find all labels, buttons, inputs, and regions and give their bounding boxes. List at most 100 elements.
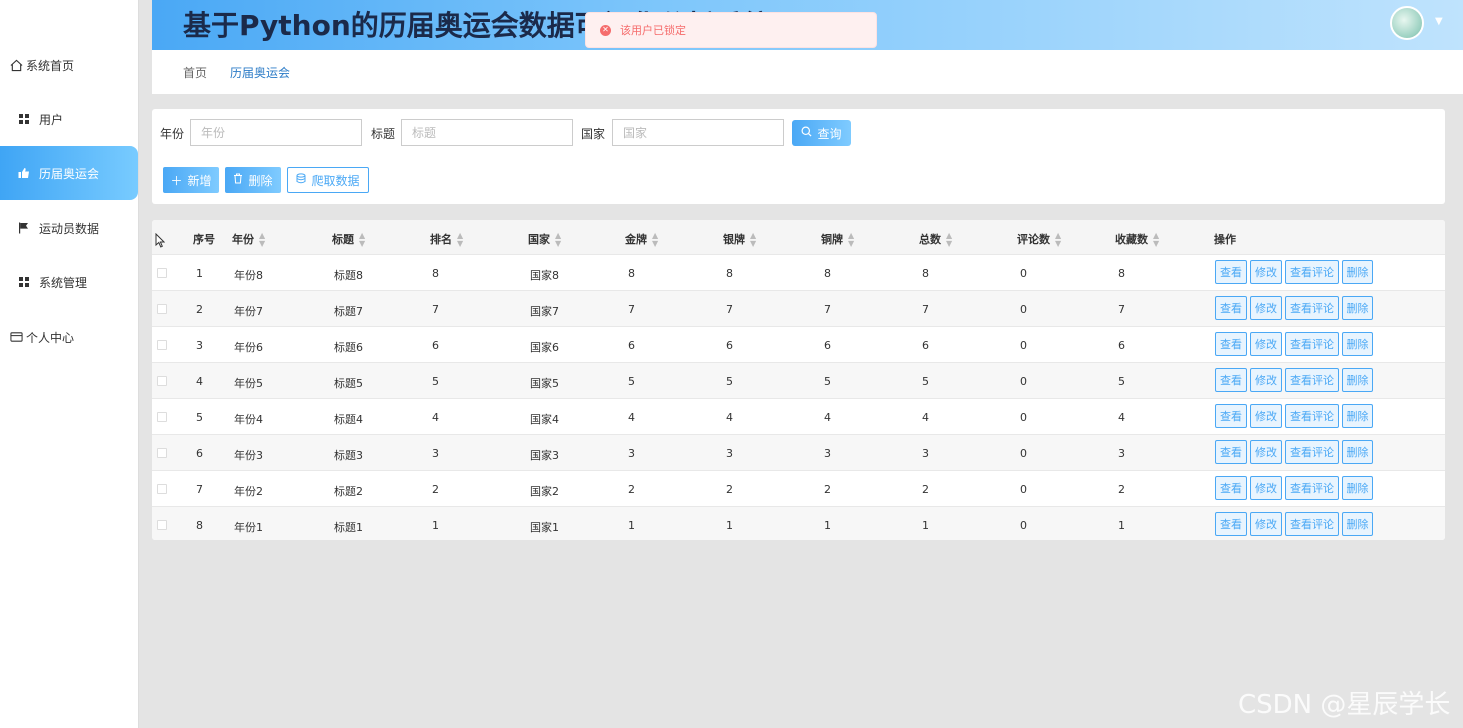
view-comments-button[interactable]: 查看评论	[1285, 368, 1339, 392]
avatar[interactable]	[1390, 6, 1424, 40]
add-button[interactable]: ＋ 新增	[163, 167, 219, 193]
sort-icon[interactable]: ▲ ▼	[848, 232, 854, 248]
delete-button[interactable]: 删除	[225, 167, 281, 193]
col-header-year[interactable]: 年份 ▲ ▼	[232, 231, 265, 248]
delete-row-button[interactable]: 删除	[1342, 476, 1373, 500]
sidebar-item-system[interactable]: 系统管理	[0, 255, 138, 309]
edit-button[interactable]: 修改	[1250, 512, 1282, 536]
edit-button[interactable]: 修改	[1250, 368, 1282, 392]
cell-gold: 6	[628, 339, 635, 352]
row-checkbox[interactable]	[157, 304, 167, 314]
col-header-silver[interactable]: 银牌 ▲ ▼	[723, 231, 756, 248]
view-comments-button[interactable]: 查看评论	[1285, 296, 1339, 320]
sort-icon[interactable]: ▲ ▼	[1153, 232, 1159, 248]
edit-button[interactable]: 修改	[1250, 404, 1282, 428]
col-header-country[interactable]: 国家 ▲ ▼	[528, 231, 561, 248]
sort-icon[interactable]: ▲ ▼	[555, 232, 561, 248]
col-header-rank[interactable]: 排名 ▲ ▼	[430, 231, 463, 248]
cell-country: 国家4	[530, 413, 559, 426]
sidebar-item-users[interactable]: 用户	[0, 92, 138, 146]
row-checkbox[interactable]	[157, 520, 167, 530]
cell-favorites: 8	[1118, 267, 1125, 280]
sort-icon[interactable]: ▲ ▼	[1055, 232, 1061, 248]
col-header-bronze[interactable]: 铜牌 ▲ ▼	[821, 231, 854, 248]
edit-button[interactable]: 修改	[1250, 476, 1282, 500]
view-button[interactable]: 查看	[1215, 512, 1247, 536]
col-header-label: 收藏数	[1115, 233, 1148, 246]
edit-button[interactable]: 修改	[1250, 296, 1282, 320]
col-header-favorites[interactable]: 收藏数 ▲ ▼	[1115, 231, 1159, 248]
cell-country: 国家3	[530, 449, 559, 462]
col-header-gold[interactable]: 金牌 ▲ ▼	[625, 231, 658, 248]
view-comments-button[interactable]: 查看评论	[1285, 260, 1339, 284]
sidebar-item-home[interactable]: 系统首页	[0, 38, 138, 92]
sort-icon[interactable]: ▲ ▼	[750, 232, 756, 248]
sidebar-item-label: 系统管理	[39, 275, 88, 290]
row-checkbox[interactable]	[157, 484, 167, 494]
cell-favorites: 5	[1118, 375, 1125, 388]
view-button[interactable]: 查看	[1215, 404, 1247, 428]
cell-bronze: 4	[824, 411, 831, 424]
chevron-down-icon[interactable]: ▼	[1435, 16, 1443, 27]
row-checkbox[interactable]	[157, 340, 167, 350]
country-input[interactable]	[612, 119, 784, 146]
cell-rank: 1	[432, 519, 439, 532]
view-comments-button[interactable]: 查看评论	[1285, 512, 1339, 536]
view-button[interactable]: 查看	[1215, 440, 1247, 464]
delete-row-button[interactable]: 删除	[1342, 368, 1373, 392]
cell-country: 国家5	[530, 377, 559, 390]
sort-icon[interactable]: ▲ ▼	[652, 232, 658, 248]
sidebar-item-olympics[interactable]: 历届奥运会	[0, 146, 138, 200]
delete-row-button[interactable]: 删除	[1342, 296, 1373, 320]
crawl-button[interactable]: 爬取数据	[287, 167, 369, 193]
view-button[interactable]: 查看	[1215, 296, 1247, 320]
edit-button[interactable]: 修改	[1250, 260, 1282, 284]
col-header-label: 年份	[232, 233, 254, 246]
breadcrumb-home[interactable]: 首页	[183, 64, 207, 81]
crawl-label: 爬取数据	[311, 173, 360, 188]
row-checkbox[interactable]	[157, 412, 167, 422]
error-icon: ✕	[600, 24, 611, 36]
row-checkbox[interactable]	[157, 376, 167, 386]
cell-year: 年份1	[234, 521, 263, 534]
cell-year: 年份8	[234, 269, 263, 282]
sidebar-item-label: 运动员数据	[39, 221, 100, 236]
cell-year: 年份6	[234, 341, 263, 354]
view-comments-button[interactable]: 查看评论	[1285, 404, 1339, 428]
sort-icon[interactable]: ▲ ▼	[259, 232, 265, 248]
col-header-total[interactable]: 总数 ▲ ▼	[919, 231, 952, 248]
sidebar-item-profile[interactable]: 个人中心	[0, 310, 138, 364]
delete-row-button[interactable]: 删除	[1342, 512, 1373, 536]
sort-icon[interactable]: ▲ ▼	[359, 232, 365, 248]
edit-button[interactable]: 修改	[1250, 440, 1282, 464]
edit-button[interactable]: 修改	[1250, 332, 1282, 356]
sort-icon[interactable]: ▲ ▼	[946, 232, 952, 248]
col-header-title[interactable]: 标题 ▲ ▼	[332, 231, 365, 248]
view-button[interactable]: 查看	[1215, 476, 1247, 500]
view-button[interactable]: 查看	[1215, 332, 1247, 356]
view-comments-button[interactable]: 查看评论	[1285, 440, 1339, 464]
cell-bronze: 5	[824, 375, 831, 388]
title-input[interactable]	[401, 119, 573, 146]
cell-gold: 8	[628, 267, 635, 280]
query-button[interactable]: 查询	[792, 120, 851, 146]
view-button[interactable]: 查看	[1215, 368, 1247, 392]
view-comments-button[interactable]: 查看评论	[1285, 476, 1339, 500]
col-header-comments[interactable]: 评论数 ▲ ▼	[1017, 231, 1061, 248]
view-comments-button[interactable]: 查看评论	[1285, 332, 1339, 356]
sort-icon[interactable]: ▲ ▼	[457, 232, 463, 248]
sidebar-item-athletes[interactable]: 运动员数据	[0, 201, 138, 255]
delete-row-button[interactable]: 删除	[1342, 332, 1373, 356]
cell-bronze: 7	[824, 303, 831, 316]
delete-row-button[interactable]: 删除	[1342, 404, 1373, 428]
cell-silver: 4	[726, 411, 733, 424]
row-checkbox[interactable]	[157, 448, 167, 458]
table-row: 8 年份1 标题1 1 国家1 1 1 1 1 0 1 查看 修改 查看评论 删除	[152, 506, 1445, 540]
cell-gold: 2	[628, 483, 635, 496]
cell-comments: 0	[1020, 339, 1027, 352]
view-button[interactable]: 查看	[1215, 260, 1247, 284]
delete-row-button[interactable]: 删除	[1342, 260, 1373, 284]
delete-row-button[interactable]: 删除	[1342, 440, 1373, 464]
year-input[interactable]	[190, 119, 362, 146]
row-checkbox[interactable]	[157, 268, 167, 278]
